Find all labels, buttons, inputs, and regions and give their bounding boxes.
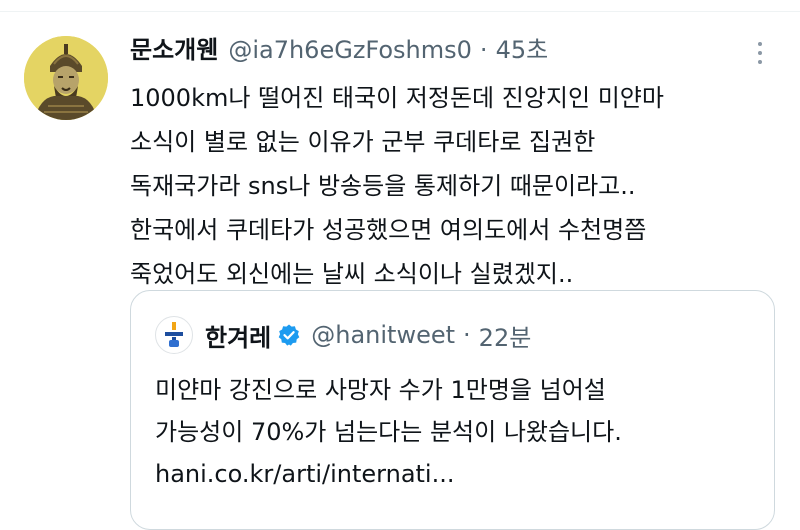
hankyoreh-logo-icon (165, 322, 183, 347)
author-handle[interactable]: @ia7h6eGzFoshms0 (228, 34, 472, 66)
quote-avatar[interactable] (155, 316, 193, 354)
top-divider (0, 0, 800, 12)
quote-author-display-name[interactable]: 한겨레 (205, 318, 271, 353)
tweet-text-line: 1000km나 떨어진 태국이 저정돈데 진앙지인 미얀마 (130, 84, 664, 112)
quote-author-handle[interactable]: @hanitweet (311, 321, 455, 349)
warrior-portrait-avatar (24, 36, 108, 120)
avatar[interactable] (24, 36, 108, 120)
tweet-text-line: 독재국가라 sns나 방송등을 통제하기 때문이라고.. (130, 172, 636, 200)
quote-text: 미얀마 강진으로 사망자 수가 1만명을 넘어설 가능성이 70%가 넘는다는 … (155, 369, 755, 495)
tweet-header: 문소개웬 @ia7h6eGzFoshms0 · 45초 (130, 34, 740, 66)
tweet-text-line: 한국에서 쿠데타가 성공했으면 여의도에서 수천명쯤 (130, 216, 647, 244)
author-display-name[interactable]: 문소개웬 (130, 34, 218, 66)
more-vertical-icon[interactable] (750, 38, 770, 68)
quote-text-line: 가능성이 70%가 넘는다는 분석이 나왔습니다. (155, 418, 622, 446)
quote-header: 한겨레 @hanitweet · 22분 (155, 316, 532, 354)
quote-timestamp[interactable]: 22분 (479, 318, 532, 353)
separator-dot: · (479, 36, 488, 64)
quote-link[interactable]: hani.co.kr/arti/internati... (155, 453, 755, 495)
tweet[interactable]: 문소개웬 @ia7h6eGzFoshms0 · 45초 1000km나 떨어진 … (0, 12, 800, 530)
tweet-timestamp[interactable]: 45초 (496, 34, 549, 66)
tweet-text-line: 소식이 별로 없는 이유가 군부 쿠데타로 집권한 (130, 128, 596, 156)
verified-badge-icon (278, 324, 300, 346)
tweet-text: 1000km나 떨어진 태국이 저정돈데 진앙지인 미얀마 소식이 별로 없는 … (130, 76, 780, 296)
quote-tweet-card[interactable]: 한겨레 @hanitweet · 22분 미얀마 강진으로 사망자 수가 1만명… (130, 290, 775, 530)
quote-text-line: 미얀마 강진으로 사망자 수가 1만명을 넘어설 (155, 376, 606, 404)
separator-dot: · (463, 321, 471, 349)
